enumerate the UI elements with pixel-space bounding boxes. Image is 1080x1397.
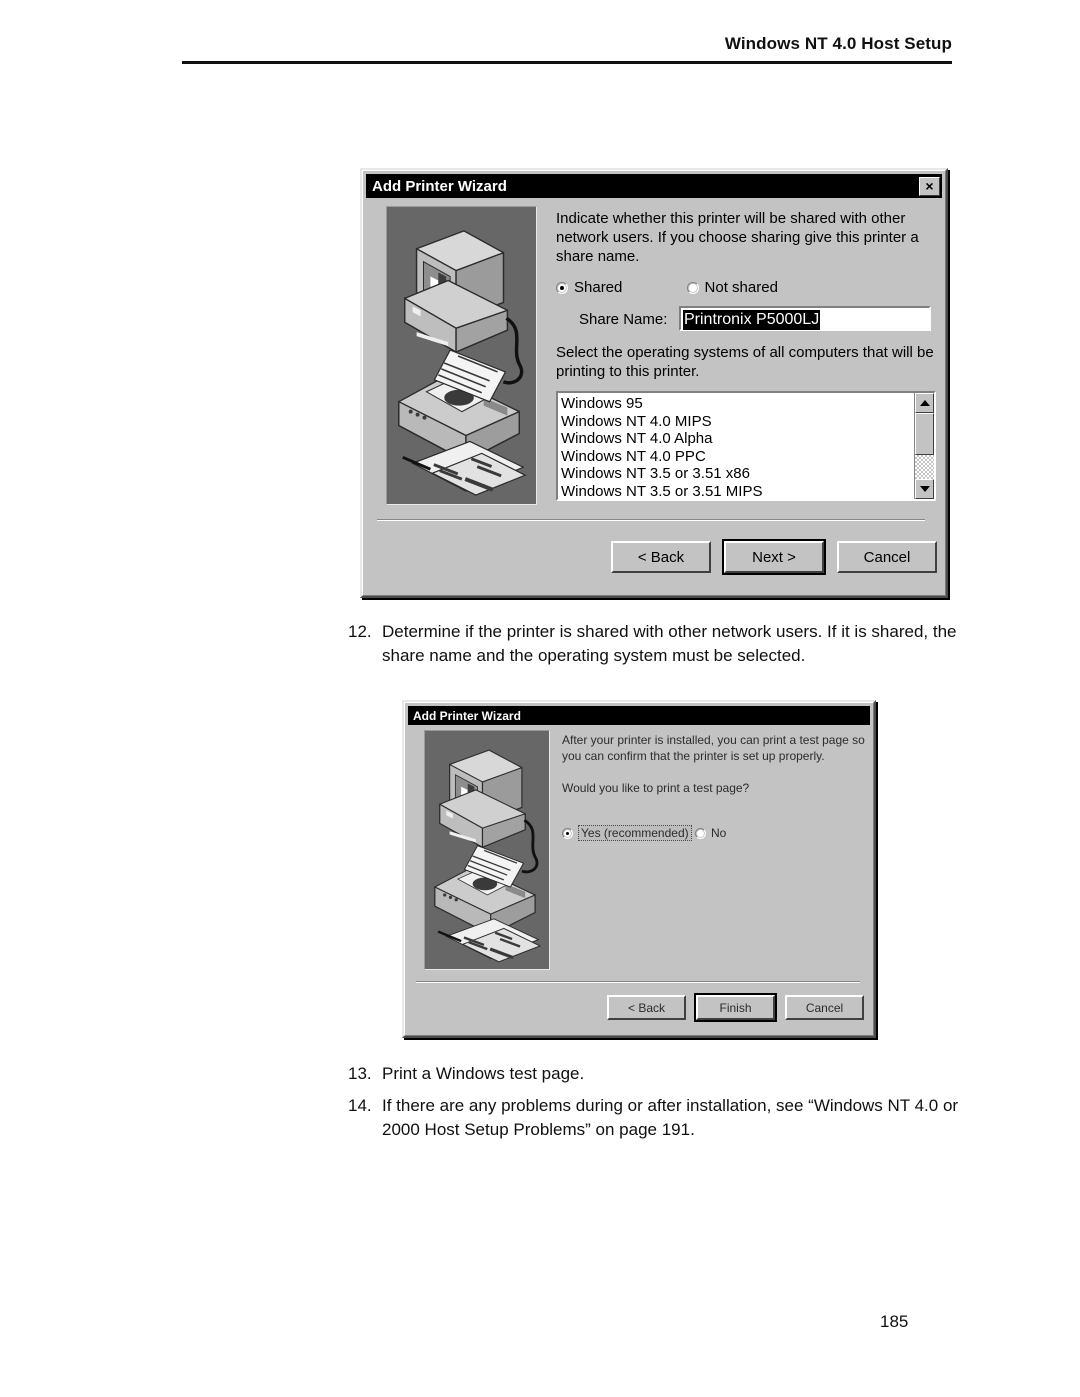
- share-name-input[interactable]: Printronix P5000LJ: [679, 306, 931, 331]
- dialog-divider: [377, 519, 925, 521]
- share-name-label: Share Name:: [579, 311, 668, 328]
- step-12-text: Determine if the printer is shared with …: [382, 622, 957, 665]
- testpage-radio-group: Yes (recommended) No: [562, 825, 726, 853]
- step-12: 12. Determine if the printer is shared w…: [348, 620, 968, 668]
- radio-not-shared[interactable]: Not shared: [686, 279, 778, 296]
- back-button[interactable]: < Back: [607, 995, 686, 1020]
- share-instruction-text: Indicate whether this printer will be sh…: [556, 210, 919, 265]
- dialog-title: Add Printer Wizard: [372, 177, 507, 195]
- radio-no-label: No: [710, 826, 727, 840]
- step-13-text: Print a Windows test page.: [382, 1064, 585, 1083]
- radio-yes-recommended[interactable]: Yes (recommended): [562, 825, 692, 841]
- step-14: 14. If there are any problems during or …: [348, 1094, 973, 1142]
- add-printer-wizard-dialog-testpage: Add Printer Wizard After your printer is…: [402, 700, 876, 1038]
- list-item[interactable]: Windows NT 4.0 MIPS: [561, 413, 914, 431]
- step-12-number: 12.: [348, 622, 372, 641]
- list-item[interactable]: Windows NT 4.0 PPC: [561, 448, 914, 466]
- radio-not-shared-indicator: [686, 281, 699, 294]
- list-item[interactable]: Windows NT 4.0 Alpha: [561, 430, 914, 448]
- listbox-scrollbar[interactable]: [914, 393, 934, 499]
- dialog-button-row: < Back Next > Cancel: [611, 539, 937, 575]
- operating-systems-items[interactable]: Windows 95 Windows NT 4.0 MIPS Windows NT …: [558, 393, 914, 499]
- scrollbar-thumb[interactable]: [915, 413, 934, 455]
- header-divider: [182, 61, 952, 64]
- radio-shared-label: Shared: [574, 279, 623, 296]
- next-button[interactable]: Next >: [722, 539, 826, 575]
- back-button[interactable]: < Back: [611, 541, 711, 573]
- cancel-button[interactable]: Cancel: [837, 541, 937, 573]
- scrollbar-track[interactable]: [915, 413, 934, 479]
- scroll-down-arrow-icon[interactable]: [915, 479, 934, 499]
- dialog2-title: Add Printer Wizard: [413, 708, 521, 723]
- list-item[interactable]: Windows NT 3.5 or 3.51 MIPS: [561, 483, 914, 500]
- finish-button[interactable]: Finish: [694, 993, 777, 1022]
- step-13: 13. Print a Windows test page.: [348, 1062, 968, 1086]
- radio-shared-indicator: [556, 281, 568, 294]
- testpage-instruction-text: After your printer is installed, you can…: [562, 733, 865, 763]
- step-13-number: 13.: [348, 1064, 372, 1083]
- dialog2-divider: [416, 981, 860, 983]
- radio-yes-label: Yes (recommended): [578, 825, 692, 841]
- step-14-number: 14.: [348, 1096, 372, 1115]
- testpage-question-text: Would you like to print a test page?: [562, 781, 750, 795]
- computer-printer-illustration: [424, 730, 550, 970]
- share-radio-group: Shared Not shared: [556, 279, 936, 298]
- radio-shared[interactable]: Shared: [556, 279, 622, 296]
- dialog2-button-row: < Back Finish Cancel: [607, 993, 864, 1022]
- list-item[interactable]: Windows NT 3.5 or 3.51 x86: [561, 465, 914, 483]
- list-item[interactable]: Windows 95: [561, 395, 914, 413]
- step-14-text: If there are any problems during or afte…: [382, 1096, 959, 1139]
- page-title: Windows NT 4.0 Host Setup: [724, 34, 952, 53]
- cancel-button[interactable]: Cancel: [785, 995, 864, 1020]
- radio-yes-indicator: [562, 827, 573, 839]
- radio-no[interactable]: No: [694, 826, 727, 840]
- scroll-up-arrow-icon[interactable]: [915, 393, 934, 413]
- share-name-value: Printronix P5000LJ: [683, 310, 821, 330]
- close-icon[interactable]: ×: [919, 176, 940, 196]
- add-printer-wizard-dialog-sharing: Add Printer Wizard × Indicate whether th…: [360, 168, 948, 598]
- computer-printer-illustration: [386, 206, 537, 505]
- dialog2-titlebar: Add Printer Wizard: [408, 706, 870, 725]
- radio-not-shared-label: Not shared: [704, 279, 778, 296]
- radio-no-indicator: [694, 827, 706, 839]
- page-number: 185: [880, 1312, 909, 1331]
- dialog-titlebar: Add Printer Wizard ×: [366, 174, 942, 198]
- os-instruction-text: Select the operating systems of all comp…: [556, 344, 934, 380]
- operating-systems-listbox[interactable]: Windows 95 Windows NT 4.0 MIPS Windows NT …: [556, 391, 936, 501]
